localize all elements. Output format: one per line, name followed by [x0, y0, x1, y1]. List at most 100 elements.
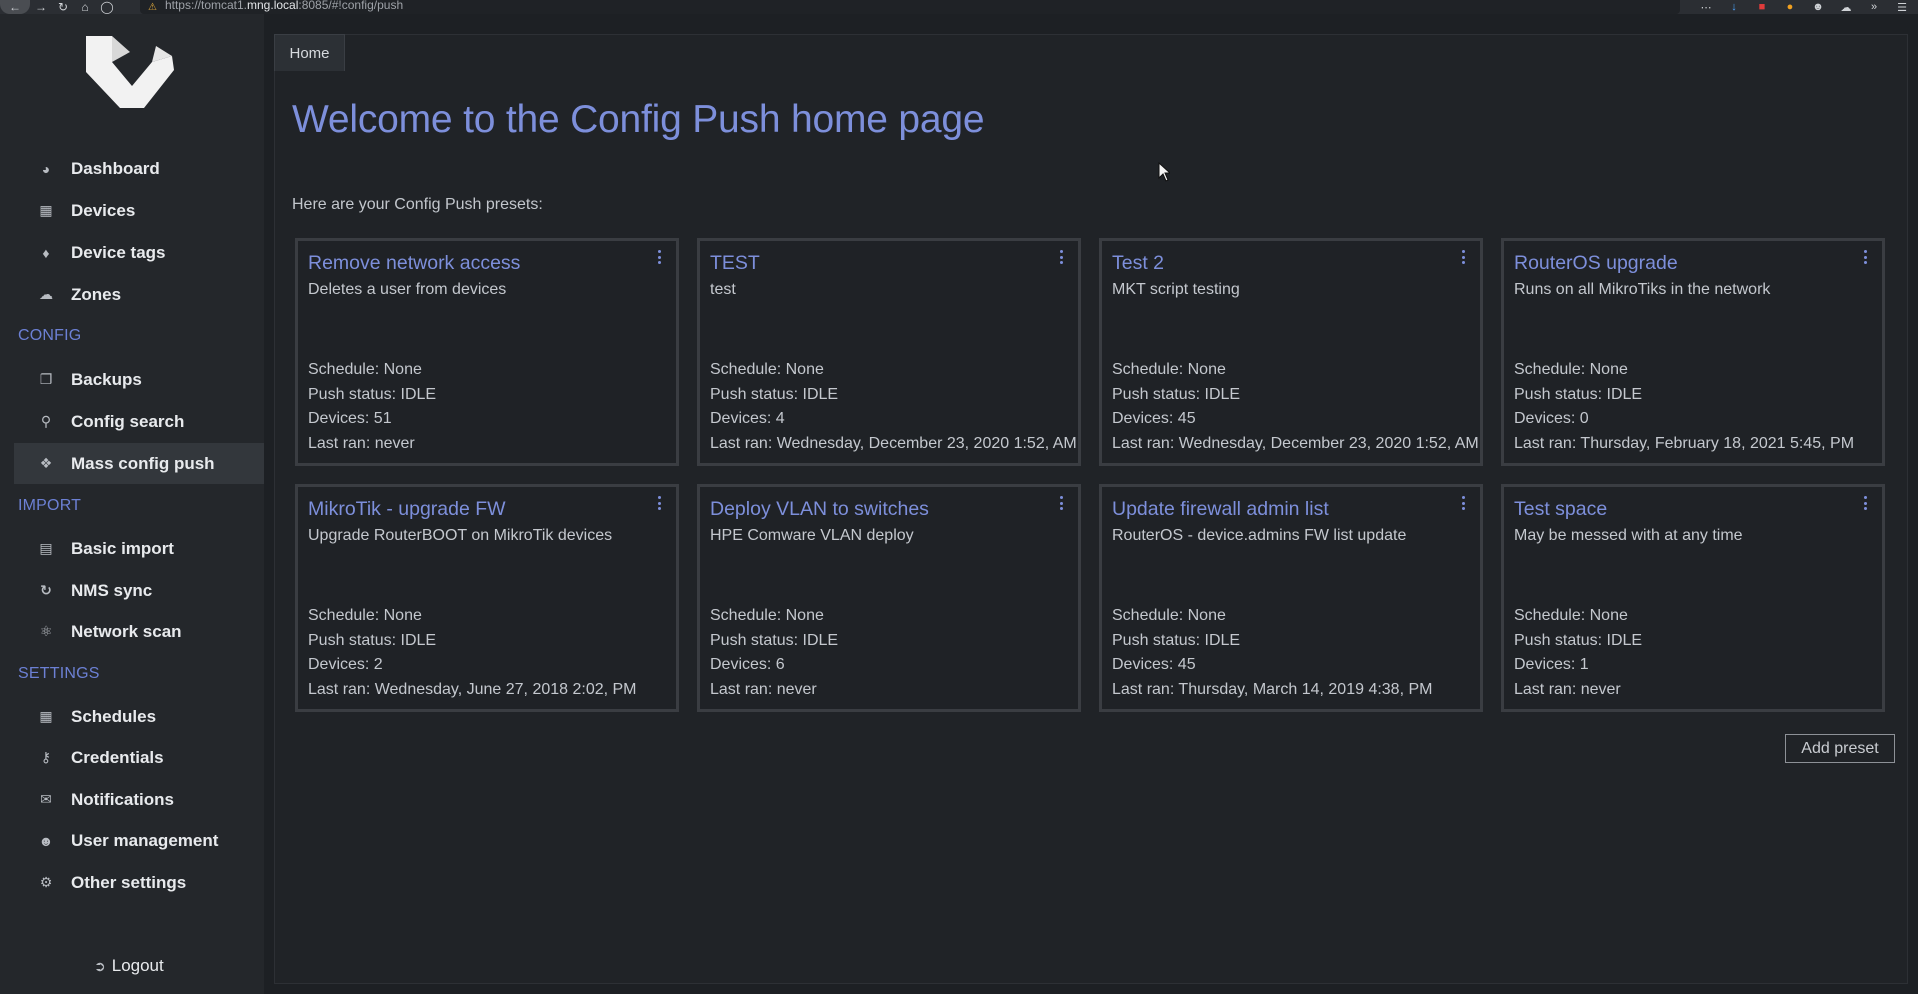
more-actions-icon[interactable]: ⋯ — [1698, 1, 1714, 14]
kebab-menu-icon[interactable] — [1058, 495, 1064, 511]
preset-description: test — [710, 281, 736, 298]
add-preset-button[interactable]: Add preset — [1785, 734, 1895, 763]
sidebar-item-device-tags[interactable]: ♦ Device tags — [14, 232, 264, 273]
sidebar-item-label: Zones — [71, 284, 122, 304]
envelope-icon: ✉ — [40, 791, 52, 807]
sidebar-item-notifications[interactable]: ✉ Notifications — [14, 779, 264, 820]
preset-card[interactable]: Deploy VLAN to switches HPE Comware VLAN… — [697, 484, 1081, 712]
tracking-shield-button[interactable]: ◯ — [96, 0, 118, 14]
back-button[interactable]: ← — [0, 0, 30, 14]
preset-status: Push status: IDLE — [1514, 385, 1643, 403]
preset-last-ran: Last ran: Wednesday, June 27, 2018 2:02,… — [308, 681, 637, 699]
preset-status: Push status: IDLE — [710, 385, 839, 403]
sidebar-item-dashboard[interactable]: ◕ Dashboard — [14, 148, 264, 189]
kebab-menu-icon[interactable] — [1460, 495, 1466, 511]
preset-card[interactable]: Test space May be messed with at any tim… — [1501, 484, 1885, 712]
sidebar-item-credentials[interactable]: ⚷ Credentials — [14, 737, 264, 778]
sidebar-item-devices[interactable]: ▦ Devices — [14, 190, 264, 231]
address-bar[interactable]: ⚠ https://tomcat1.mng.local:8085/#!confi… — [140, 0, 1680, 14]
sidebar-item-label: Other settings — [71, 872, 187, 892]
cloud-icon: ☁ — [39, 286, 53, 302]
sidebar-item-nms-sync[interactable]: ↻ NMS sync — [14, 570, 264, 611]
browser-toolbar: ← → ↻ ⌂ ◯ ⚠ https://tomcat1.mng.local:80… — [0, 0, 1918, 14]
sidebar-item-label: Config search — [71, 411, 185, 431]
preset-devices: Devices: 51 — [308, 410, 392, 428]
preset-schedule: Schedule: None — [1514, 607, 1628, 624]
sidebar-item-mass-config-push[interactable]: ❖ Mass config push — [14, 443, 264, 484]
sign-out-icon: ➲ — [94, 957, 106, 974]
preset-meta: Schedule: None Push status: IDLE Devices… — [308, 604, 637, 703]
preset-title[interactable]: TEST — [710, 252, 760, 275]
sidebar-item-backups[interactable]: ❐ Backups — [14, 359, 264, 400]
preset-title[interactable]: Test 2 — [1112, 252, 1164, 275]
preset-schedule: Schedule: None — [308, 607, 422, 624]
cogs-icon: ⚙ — [39, 874, 53, 890]
extension-orange-icon[interactable]: ● — [1782, 1, 1798, 13]
menu-icon[interactable]: ☰ — [1894, 1, 1910, 14]
dashboard-icon: ◕ — [41, 160, 51, 177]
key-icon: ⚷ — [40, 749, 52, 765]
logout-link[interactable]: ➲ Logout — [94, 956, 164, 976]
extension-person-icon[interactable]: ☻ — [1810, 1, 1826, 13]
preset-title[interactable]: MikroTik - upgrade FW — [308, 498, 506, 521]
kebab-menu-icon[interactable] — [656, 249, 662, 265]
sidebar-item-schedules[interactable]: ▦ Schedules — [14, 696, 264, 737]
preset-schedule: Schedule: None — [1112, 607, 1226, 624]
preset-schedule: Schedule: None — [710, 361, 824, 378]
sidebar-item-basic-import[interactable]: ▤ Basic import — [14, 528, 264, 569]
preset-devices: Devices: 45 — [1112, 656, 1196, 674]
preset-card[interactable]: Test 2 MKT script testing Schedule: None… — [1099, 238, 1483, 466]
download-icon[interactable]: ↓ — [1726, 1, 1742, 13]
sidebar-item-user-management[interactable]: ☻ User management — [14, 820, 264, 861]
sidebar-item-zones[interactable]: ☁ Zones — [14, 274, 264, 315]
logout-label: Logout — [111, 956, 164, 975]
kebab-menu-icon[interactable] — [1862, 249, 1868, 265]
preset-title[interactable]: Test space — [1514, 498, 1607, 521]
kebab-menu-icon[interactable] — [1460, 249, 1466, 265]
forward-button[interactable]: → — [30, 0, 52, 14]
breadcrumb-home[interactable]: Home — [274, 34, 345, 71]
preset-meta: Schedule: None Push status: IDLE Devices… — [1514, 604, 1642, 703]
preset-last-ran: Last ran: never — [308, 435, 415, 453]
preset-schedule: Schedule: None — [1514, 361, 1628, 378]
preset-last-ran: Last ran: Wednesday, December 23, 2020 1… — [1112, 435, 1479, 453]
app-logo[interactable] — [82, 34, 182, 110]
preset-status: Push status: IDLE — [1514, 631, 1643, 649]
kebab-menu-icon[interactable] — [1058, 249, 1064, 265]
sidebar-item-label: Devices — [71, 200, 136, 220]
preset-devices: Devices: 2 — [308, 656, 383, 674]
preset-card[interactable]: RouterOS upgrade Runs on all MikroTiks i… — [1501, 238, 1885, 466]
preset-description: Upgrade RouterBOOT on MikroTik devices — [308, 527, 613, 544]
preset-schedule: Schedule: None — [710, 607, 824, 624]
preset-devices: Devices: 6 — [710, 656, 785, 674]
preset-title[interactable]: Deploy VLAN to switches — [710, 498, 929, 521]
kebab-menu-icon[interactable] — [656, 495, 662, 511]
preset-title[interactable]: Remove network access — [308, 252, 520, 275]
account-icon[interactable]: ☁ — [1838, 1, 1854, 14]
preset-status: Push status: IDLE — [308, 631, 437, 649]
sidebar-item-label: Device tags — [71, 242, 166, 262]
extension-red-icon[interactable]: ■ — [1754, 1, 1770, 13]
sidebar-item-network-scan[interactable]: ⚛ Network scan — [14, 611, 264, 652]
preset-card[interactable]: MikroTik - upgrade FW Upgrade RouterBOOT… — [295, 484, 679, 712]
puzzle-icon: ❖ — [39, 455, 53, 471]
overflow-icon[interactable]: » — [1866, 1, 1882, 13]
preset-title[interactable]: Update firewall admin list — [1112, 498, 1329, 521]
reload-button[interactable]: ↻ — [52, 0, 74, 14]
kebab-menu-icon[interactable] — [1862, 495, 1868, 511]
preset-card[interactable]: TEST test Schedule: None Push status: ID… — [697, 238, 1081, 466]
home-button[interactable]: ⌂ — [74, 0, 96, 14]
nav-group-config: CONFIG — [18, 327, 82, 344]
preset-card[interactable]: Update firewall admin list RouterOS - de… — [1099, 484, 1483, 712]
preset-meta: Schedule: None Push status: IDLE Devices… — [1112, 604, 1432, 703]
search-icon: ⚲ — [40, 413, 52, 429]
preset-card[interactable]: Remove network access Deletes a user fro… — [295, 238, 679, 466]
sidebar-item-label: Mass config push — [71, 453, 215, 473]
table-icon: ▦ — [39, 202, 53, 218]
preset-title[interactable]: RouterOS upgrade — [1514, 252, 1678, 275]
sidebar-item-other-settings[interactable]: ⚙ Other settings — [14, 862, 264, 903]
preset-devices: Devices: 4 — [710, 410, 785, 428]
home-icon: ⌂ — [81, 0, 89, 14]
preset-last-ran: Last ran: Wednesday, December 23, 2020 1… — [710, 435, 1077, 453]
sidebar-item-config-search[interactable]: ⚲ Config search — [14, 401, 264, 442]
